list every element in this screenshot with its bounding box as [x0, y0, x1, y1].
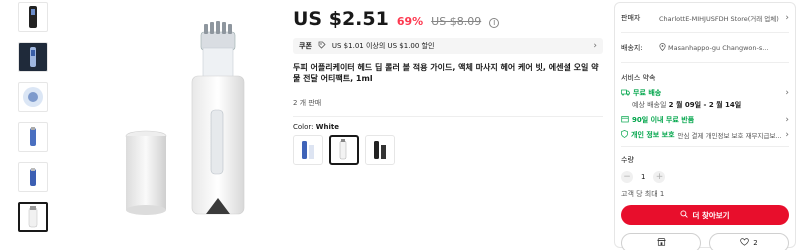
coupon-tag-icon	[318, 41, 326, 51]
find-more-button[interactable]: 더 찾아보기	[621, 205, 789, 225]
store-icon	[656, 238, 666, 248]
thumbnail-3[interactable]	[18, 82, 48, 112]
thumbnail-4[interactable]	[18, 122, 48, 152]
privacy-label: 개인 정보 보호	[631, 131, 675, 139]
quantity-stepper: − 1 +	[621, 171, 789, 183]
info-icon[interactable]: i	[489, 18, 500, 28]
color-swatches	[293, 135, 603, 165]
shipping-row[interactable]: 배송지: Masanhappo-gu Changwon-s...	[621, 33, 789, 63]
privacy-desc: 안심 결제 개인정보 보호 재무지급보...	[677, 132, 782, 140]
divider	[621, 146, 789, 147]
chevron-right-icon: ›	[785, 115, 789, 125]
chevron-right-icon: ›	[593, 41, 597, 51]
delivery-estimate: 예상 배송일 2 월 09일 - 2 월 14일	[632, 101, 742, 109]
current-price: US $2.51	[293, 8, 389, 30]
plus-icon[interactable]: +	[653, 171, 666, 183]
seller-value: CharlottE-MIHJUSFDH Store(거래 업체)	[659, 14, 779, 23]
thumbnail-2[interactable]	[18, 42, 48, 72]
chevron-right-icon: ›	[785, 130, 789, 140]
product-info: US $2.51 69% US $8.09 i 쿠폰 US $1.01 이상의 …	[293, 0, 603, 165]
thumbnail-strip	[18, 2, 50, 242]
main-product-image	[84, 10, 274, 220]
color-label: Color: White	[293, 123, 339, 131]
color-value: White	[315, 123, 339, 131]
purchase-limit: 고객 당 최대 1	[621, 190, 665, 198]
original-price: US $8.09	[431, 15, 482, 28]
return-box-icon	[621, 115, 629, 125]
find-more-label: 더 찾아보기	[692, 210, 730, 220]
sold-count: 2 개 판매	[293, 99, 322, 107]
coupon-tag: 쿠폰	[299, 42, 312, 50]
seller-label: 판매자	[621, 13, 641, 22]
shipping-value: Masanhappo-gu Changwon-s...	[668, 43, 769, 52]
coupon-bar[interactable]: 쿠폰 US $1.01 이상의 US $1.00 할인 ›	[293, 38, 603, 54]
coupon-text: US $1.01 이상의 US $1.00 할인	[331, 42, 435, 50]
swatch-black[interactable]	[365, 135, 395, 165]
privacy-row[interactable]: 개인 정보 보호 안심 결제 개인정보 보호 재무지급보... ›	[621, 130, 789, 140]
swatch-blue[interactable]	[293, 135, 323, 165]
product-title: 두피 어플리케이터 헤드 딥 롤러 볼 적용 가이드, 액체 마사지 헤어 케어…	[293, 63, 599, 83]
free-shipping-row[interactable]: 무료 배송 ›	[621, 88, 789, 98]
minus-icon[interactable]: −	[621, 171, 633, 183]
quantity-value[interactable]: 1	[641, 173, 645, 181]
purchase-panel: 판매자 CharlottE-MIHJUSFDH Store(거래 업체) › 배…	[614, 2, 796, 250]
heart-icon	[740, 238, 750, 248]
thumbnail-1[interactable]	[18, 2, 48, 32]
thumbnail-5[interactable]	[18, 162, 48, 192]
truck-icon	[621, 89, 630, 98]
shield-icon	[621, 130, 628, 140]
service-title: 서비스 약속	[621, 74, 656, 82]
divider	[293, 116, 603, 117]
wishlist-button[interactable]: 2	[709, 233, 789, 250]
free-return-row[interactable]: 90일 이내 무료 반품 ›	[621, 115, 789, 125]
price-row: US $2.51 69% US $8.09 i	[293, 0, 603, 34]
shipping-label: 배송지:	[621, 43, 643, 52]
location-pin-icon	[659, 42, 666, 53]
free-return-label: 90일 이내 무료 반품	[632, 116, 695, 124]
store-button[interactable]	[621, 233, 701, 250]
free-shipping-label: 무료 배송	[633, 89, 662, 97]
swatch-white-selected[interactable]	[329, 135, 359, 165]
discount-percent: 69%	[396, 15, 424, 28]
chevron-right-icon: ›	[785, 12, 789, 23]
seller-row[interactable]: 판매자 CharlottE-MIHJUSFDH Store(거래 업체) ›	[621, 3, 789, 33]
chevron-right-icon: ›	[785, 88, 789, 98]
thumbnail-6-selected[interactable]	[18, 202, 48, 232]
wishlist-count: 2	[753, 239, 758, 247]
quantity-label: 수량	[621, 156, 634, 164]
search-icon	[680, 210, 689, 220]
secondary-actions: 2	[621, 233, 789, 250]
